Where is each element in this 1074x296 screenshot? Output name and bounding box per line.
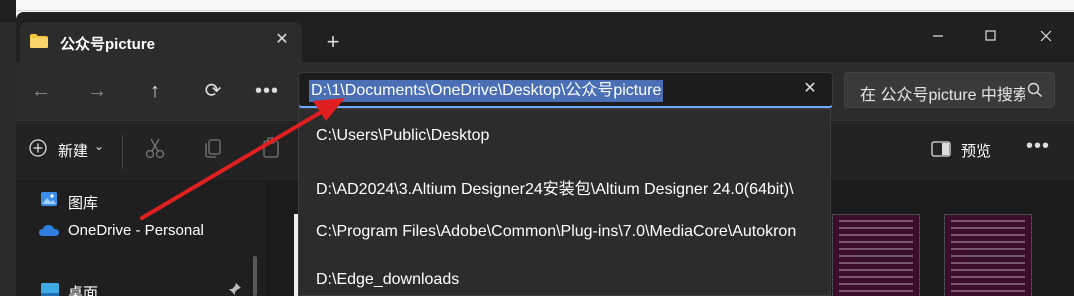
- tab-close-icon[interactable]: ✕: [272, 30, 292, 50]
- file-thumbnail[interactable]: [832, 214, 920, 296]
- sidebar-item-onedrive[interactable]: OneDrive - Personal: [38, 218, 258, 244]
- address-input-value[interactable]: D:\1\Documents\OneDrive\Desktop\公众号pictu…: [309, 80, 664, 102]
- tab-title: 公众号picture: [60, 36, 156, 53]
- sidebar-item-desktop[interactable]: 桌面: [38, 278, 258, 296]
- new-item-button[interactable]: 新建 ⌄: [26, 133, 106, 165]
- suggestion-text: C:\Users\Public\Desktop: [316, 127, 490, 144]
- suggestion-item[interactable]: D:\AD2024\3.Altium Designer24安装包\Altium …: [299, 161, 830, 207]
- desktop-icon: [41, 283, 59, 296]
- suggestion-item[interactable]: C:\Program Files\Adobe\Common\Plug-ins\7…: [299, 209, 830, 255]
- sidebar-item-label: OneDrive - Personal: [68, 222, 204, 239]
- tab-current-folder[interactable]: 公众号picture ✕: [20, 22, 302, 62]
- up-arrow-icon[interactable]: ↑: [140, 76, 170, 106]
- add-circle-icon: [29, 139, 47, 157]
- gallery-icon: [41, 192, 57, 206]
- more-options-icon[interactable]: •••: [252, 76, 282, 106]
- cut-icon[interactable]: [142, 135, 168, 161]
- suggestion-item[interactable]: C:\Users\Public\Desktop: [299, 113, 830, 159]
- new-tab-button[interactable]: +: [321, 31, 345, 53]
- maximize-icon[interactable]: [978, 24, 1002, 48]
- sidebar-item-label: 桌面: [68, 285, 99, 296]
- toolbar-divider: [122, 135, 123, 169]
- cloud-icon: [39, 225, 59, 236]
- title-bar: 公众号picture ✕ +: [16, 12, 1074, 62]
- sidebar-item-gallery[interactable]: 图库: [38, 188, 238, 214]
- suggestion-text: C:\Program Files\Adobe\Common\Plug-ins\7…: [316, 223, 797, 240]
- chevron-down-icon: ⌄: [94, 139, 105, 153]
- sidebar-scrollbar[interactable]: [253, 256, 257, 296]
- suggestion-text: D:\AD2024\3.Altium Designer24安装包\Altium …: [316, 181, 794, 198]
- forward-arrow-icon[interactable]: →: [82, 76, 112, 106]
- suggestion-item[interactable]: D:\Edge_downloads: [299, 257, 830, 295]
- address-bar[interactable]: D:\1\Documents\OneDrive\Desktop\公众号pictu…: [298, 72, 833, 108]
- folder-icon: [30, 34, 48, 48]
- pin-icon[interactable]: [228, 282, 242, 296]
- address-suggestions-dropdown: C:\Users\Public\Desktop D:\AD2024\3.Alti…: [298, 108, 831, 296]
- back-arrow-icon[interactable]: ←: [26, 76, 56, 106]
- suggestion-text: D:\Edge_downloads: [316, 271, 460, 288]
- preview-button[interactable]: 预览: [931, 137, 1011, 165]
- search-box[interactable]: 在 公众号picture 中搜索: [844, 72, 1055, 108]
- file-thumbnail[interactable]: [944, 214, 1032, 296]
- copy-icon[interactable]: [200, 135, 226, 161]
- new-label: 新建: [58, 143, 89, 160]
- minimize-icon[interactable]: [926, 24, 950, 48]
- close-window-icon[interactable]: [1034, 24, 1058, 48]
- sidebar-item-label: 图库: [68, 195, 99, 212]
- preview-label: 预览: [961, 143, 992, 160]
- search-icon[interactable]: [1025, 80, 1045, 100]
- clear-address-icon[interactable]: ✕: [799, 78, 821, 100]
- see-more-icon[interactable]: •••: [1026, 135, 1050, 158]
- navigation-pane: 图库 OneDrive - Personal 桌面: [16, 180, 266, 296]
- refresh-icon[interactable]: ⟳: [198, 76, 228, 106]
- paste-icon[interactable]: [258, 135, 284, 161]
- search-input[interactable]: 在 公众号picture 中搜索: [860, 81, 1025, 105]
- preview-pane-icon: [931, 141, 951, 157]
